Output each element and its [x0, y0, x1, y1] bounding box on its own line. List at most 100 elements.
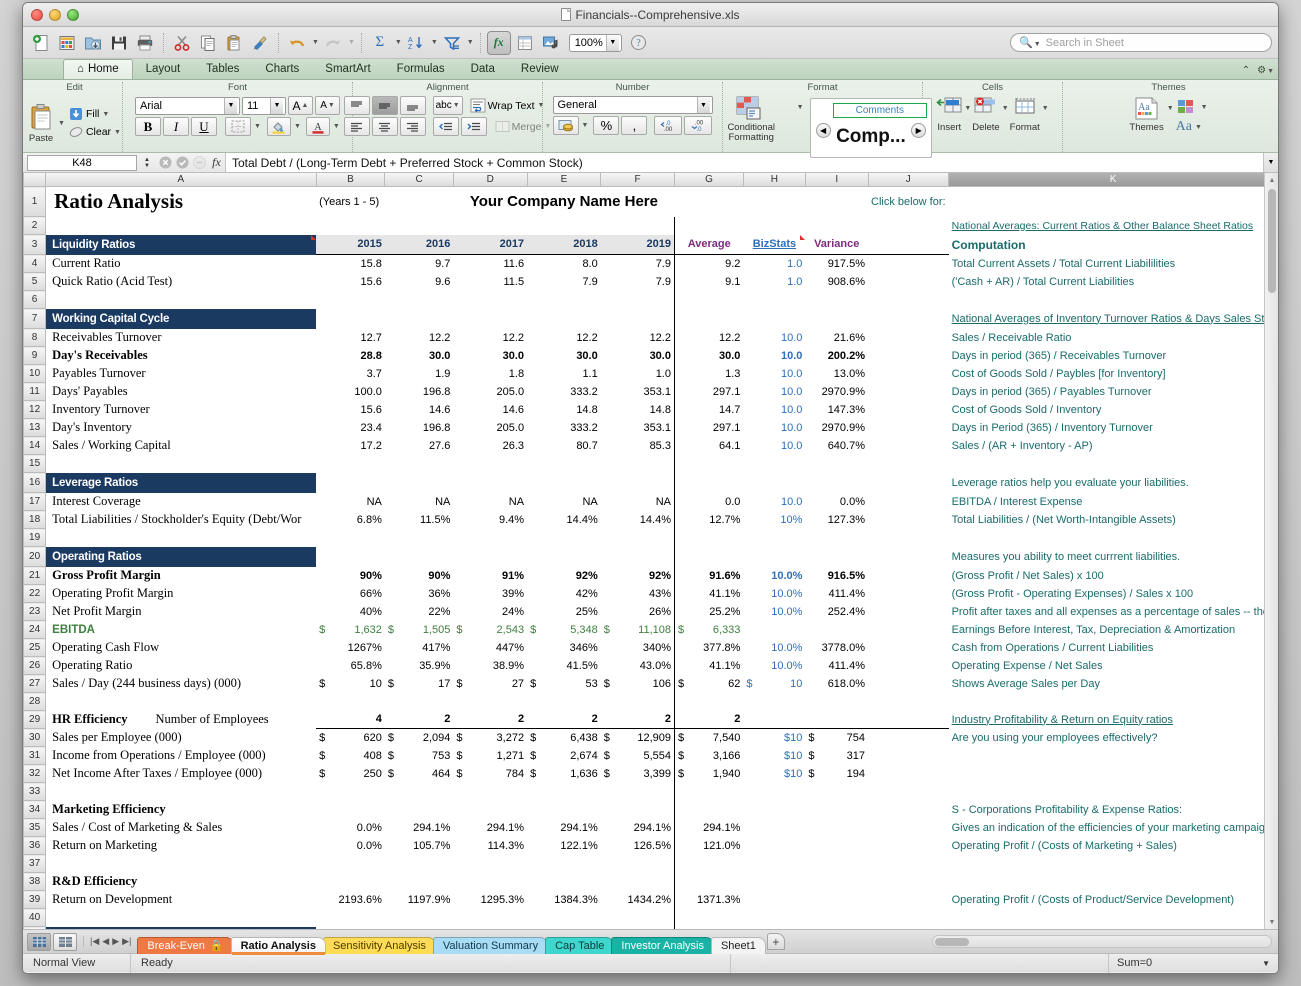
row-header-19[interactable]: 19	[24, 529, 46, 547]
cell-j[interactable]	[868, 273, 949, 291]
grid-row[interactable]: 22Operating Profit Margin66%36%39%42%43%…	[24, 585, 1278, 603]
grid-row[interactable]: 19	[24, 529, 1278, 547]
cell-empty[interactable]	[46, 909, 316, 927]
cell-variance[interactable]: 147.3%	[805, 401, 868, 419]
row-header-6[interactable]: 6	[24, 291, 46, 309]
cell-empty[interactable]	[868, 529, 949, 547]
row-header-10[interactable]: 10	[24, 365, 46, 383]
stat-header-bizstats[interactable]: BizStats	[743, 235, 805, 255]
cell-bizstats[interactable]: $10	[743, 729, 805, 747]
cell-empty[interactable]	[743, 455, 805, 473]
undo-icon[interactable]	[285, 31, 309, 55]
cell-value[interactable]: 122.1%	[527, 837, 601, 855]
formula-builder-icon[interactable]: fx	[487, 31, 511, 55]
cell-empty[interactable]	[868, 783, 949, 801]
cell-k[interactable]: Computation	[949, 235, 1278, 255]
cell-k[interactable]: Sales / (AR + Inventory - AP)	[949, 437, 1278, 455]
cell-empty[interactable]	[674, 855, 743, 873]
column-header-j[interactable]: J	[868, 173, 949, 187]
row-label-10[interactable]: Payables Turnover	[46, 365, 316, 383]
collapse-ribbon-icon[interactable]: ⌃	[1242, 65, 1250, 76]
cell-k[interactable]: Leverage ratios help you evaluate your l…	[949, 473, 1278, 493]
row-header-4[interactable]: 4	[24, 255, 46, 273]
cell-j3[interactable]	[868, 235, 949, 255]
cell-band[interactable]	[527, 473, 601, 493]
row-label-18[interactable]: Total Liabilities / Stockholder's Equity…	[46, 511, 316, 529]
cell-value[interactable]: 1197.9%	[385, 891, 454, 909]
row-header-31[interactable]: 31	[24, 747, 46, 765]
grid-row[interactable]: 7Working Capital CycleNational Averages …	[24, 309, 1278, 329]
grid-row[interactable]: 9Day's Receivables28.830.030.030.030.030…	[24, 347, 1278, 365]
cell-empty[interactable]	[868, 909, 949, 927]
themes-dropdown-icon[interactable]: ▼	[1167, 105, 1174, 112]
year-header-2018[interactable]: 2018	[527, 235, 601, 255]
cell-bizstats[interactable]: 10.0%	[743, 603, 805, 621]
cell-value[interactable]: $1,632	[316, 621, 385, 639]
cell-value[interactable]: 0.0%	[316, 819, 385, 837]
cell-average[interactable]: 1371.3%	[674, 891, 743, 909]
cell-k[interactable]: Cost of Goods Sold / Inventory	[949, 401, 1278, 419]
cell-bizstats[interactable]: 10.0%	[743, 585, 805, 603]
increase-indent-button[interactable]	[461, 117, 487, 136]
next-sheet-icon[interactable]: ▶	[112, 936, 119, 947]
cell-value[interactable]: 1.0	[601, 365, 675, 383]
cell-value[interactable]: 8.0	[527, 255, 601, 273]
delete-dropdown-icon[interactable]: ▼	[1002, 105, 1009, 112]
grid-row[interactable]: 5Quick Ratio (Acid Test)15.69.611.57.97.…	[24, 273, 1278, 291]
borders-button[interactable]	[225, 117, 251, 136]
cell-band[interactable]	[868, 309, 949, 329]
row-label-29[interactable]: HR EfficiencyNumber of Employees	[46, 711, 316, 729]
fill-color-dropdown-icon[interactable]: ▼	[294, 123, 301, 130]
cell-row2[interactable]	[527, 217, 601, 235]
cell-value[interactable]: 14.4%	[527, 511, 601, 529]
row-label-9[interactable]: Day's Receivables	[46, 347, 316, 365]
cell-bizstats[interactable]	[743, 801, 805, 819]
cell-k[interactable]: Industry Profitability & Return on Equit…	[949, 711, 1278, 729]
cell-value[interactable]: 36%	[385, 585, 454, 603]
cut-icon[interactable]	[170, 31, 194, 55]
cell-value[interactable]: 14.6	[385, 401, 454, 419]
fill-dropdown-icon[interactable]: ▼	[102, 111, 109, 118]
row-header-30[interactable]: 30	[24, 729, 46, 747]
cell-value[interactable]	[316, 801, 385, 819]
cell-value[interactable]: 15.6	[316, 273, 385, 291]
conditional-formatting-button[interactable]: Conditional Formatting	[713, 96, 790, 143]
row-header-40[interactable]: 40	[24, 909, 46, 927]
filter-icon[interactable]	[440, 31, 464, 55]
bold-button[interactable]: B	[135, 117, 161, 136]
cell-variance[interactable]: 3778.0%	[805, 639, 868, 657]
cell-value[interactable]: 30.0	[527, 347, 601, 365]
cell-row2[interactable]	[601, 217, 675, 235]
cell-empty[interactable]	[743, 693, 805, 711]
cell-empty[interactable]	[453, 693, 527, 711]
row-header-32[interactable]: 32	[24, 765, 46, 783]
cell-value[interactable]: 100.0	[316, 383, 385, 401]
grid-row[interactable]: 33	[24, 783, 1278, 801]
expand-formula-bar-icon[interactable]: ▼	[1263, 153, 1278, 172]
sheet-tab-ratio-analysis[interactable]: Ratio Analysis	[231, 937, 326, 954]
cell-value[interactable]: 43.0%	[601, 657, 675, 675]
cell-k[interactable]	[949, 455, 1278, 473]
cell-empty[interactable]	[805, 455, 868, 473]
cell-k[interactable]	[949, 747, 1278, 765]
cell-k[interactable]: Gives an indication of the efficiencies …	[949, 819, 1278, 837]
row-label-25[interactable]: Operating Cash Flow	[46, 639, 316, 657]
zoom-dropdown-icon[interactable]: ▼	[606, 35, 619, 51]
cell-average[interactable]: 297.1	[674, 383, 743, 401]
formula-history-icon[interactable]	[191, 155, 208, 171]
grid-row[interactable]: 32Net Income After Taxes / Employee (000…	[24, 765, 1278, 783]
cell-variance[interactable]: 908.6%	[805, 273, 868, 291]
cell-empty[interactable]	[453, 455, 527, 473]
cell-value[interactable]: 30.0	[601, 347, 675, 365]
cell-average[interactable]: 2	[674, 711, 743, 729]
cell-value[interactable]: 9.6	[385, 273, 454, 291]
cell-k[interactable]: Operating Expense / Net Sales	[949, 657, 1278, 675]
row-label-14[interactable]: Sales / Working Capital	[46, 437, 316, 455]
year-header-2019[interactable]: 2019	[601, 235, 675, 255]
templates-icon[interactable]	[55, 31, 79, 55]
cell-k[interactable]: Sales / Receivable Ratio	[949, 329, 1278, 347]
cell-d1-company[interactable]: Your Company Name Here	[453, 187, 674, 217]
cell-value[interactable]: 17.2	[316, 437, 385, 455]
row-header-25[interactable]: 25	[24, 639, 46, 657]
cell-bizstats[interactable]: $10	[743, 747, 805, 765]
